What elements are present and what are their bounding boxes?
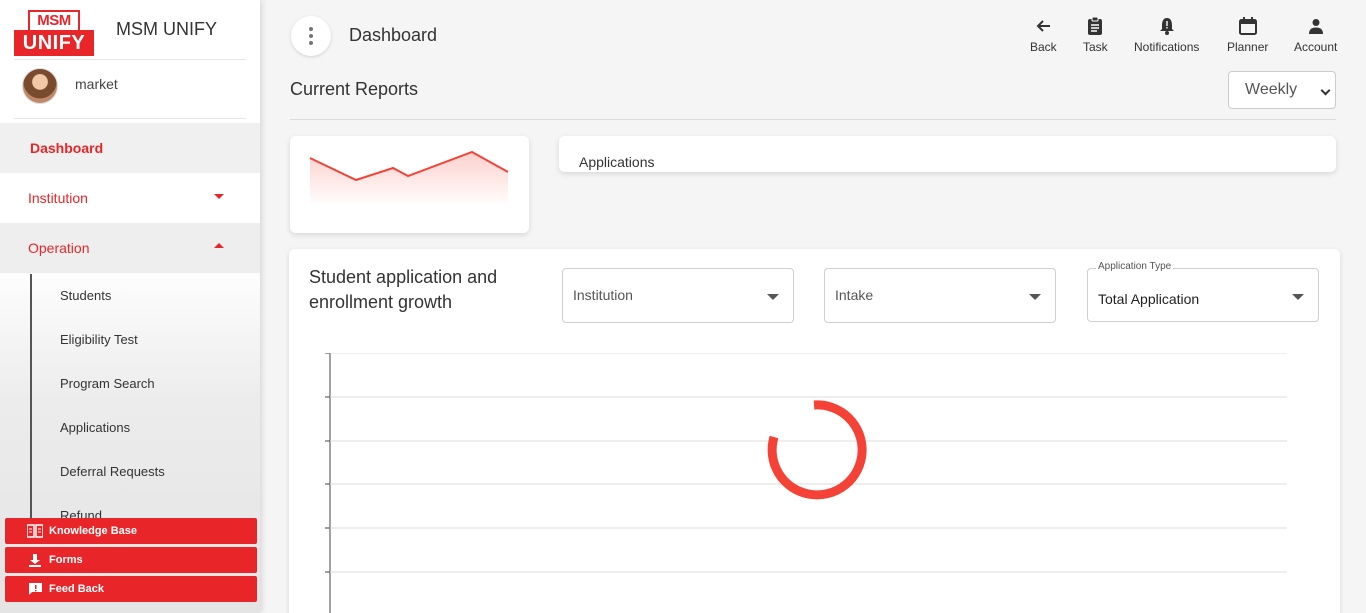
- arrow-left-icon: [1035, 16, 1051, 36]
- feedback-button[interactable]: Feed Back: [5, 576, 257, 602]
- submenu-item-eligibility-test[interactable]: Eligibility Test: [60, 332, 138, 347]
- knowledge-base-button[interactable]: Knowledge Base: [5, 518, 257, 544]
- sidebar: MSM UNIFY MSM UNIFY market Dashboard Ins…: [0, 0, 260, 613]
- institution-placeholder: Institution: [573, 287, 633, 303]
- back-label: Back: [1030, 40, 1057, 54]
- app-title: MSM UNIFY: [116, 19, 217, 39]
- caret-down-icon: [214, 194, 224, 199]
- divider: [290, 119, 1336, 120]
- divider: [14, 59, 246, 60]
- dropdown-arrow-icon: [1029, 294, 1041, 300]
- logo-top-text: MSM: [28, 10, 80, 30]
- knowledge-base-label: Knowledge Base: [49, 525, 138, 537]
- notifications-label: Notifications: [1134, 40, 1200, 54]
- logo[interactable]: MSM UNIFY: [14, 10, 94, 56]
- grid-lines: [325, 352, 1287, 573]
- user-name: market: [75, 76, 118, 92]
- account-label: Account: [1294, 40, 1338, 54]
- application-type-select[interactable]: Application Type Total Application: [1087, 261, 1319, 322]
- dropdown-arrow-icon: [767, 294, 779, 300]
- sidebar-item-label: Institution: [28, 190, 88, 206]
- intake-select[interactable]: Intake: [824, 268, 1056, 323]
- task-label: Task: [1083, 40, 1108, 54]
- bell-icon: [1159, 16, 1175, 36]
- dot: [309, 41, 313, 45]
- growth-card: Student application and enrollment growt…: [289, 249, 1340, 613]
- application-type-value: Total Application: [1098, 291, 1200, 307]
- dropdown-arrow-icon: [1292, 294, 1304, 300]
- chevron-down-icon: [1320, 85, 1331, 96]
- sparkline-area: [310, 152, 508, 206]
- more-menu-button[interactable]: [291, 16, 331, 56]
- caret-up-icon: [214, 243, 224, 248]
- forms-label: Forms: [49, 554, 83, 566]
- person-icon: [1308, 16, 1324, 36]
- book-icon: [27, 524, 43, 538]
- application-type-label: Application Type: [1096, 261, 1174, 272]
- sidebar-item-dashboard[interactable]: Dashboard: [0, 123, 260, 173]
- forms-button[interactable]: Forms: [5, 547, 257, 573]
- brand-logo: MSM UNIFY: [14, 10, 94, 56]
- sidebar-item-institution[interactable]: Institution: [0, 173, 260, 223]
- loading-spinner-icon: [767, 400, 867, 500]
- calendar-icon: [1238, 16, 1257, 36]
- sidebar-item-label: Operation: [28, 240, 90, 256]
- period-select-value: Weekly: [1245, 81, 1298, 98]
- avatar: [22, 68, 58, 104]
- growth-chart: [321, 352, 1287, 613]
- planner-button[interactable]: Planner: [1227, 16, 1268, 54]
- sidebar-item-label: Dashboard: [30, 140, 104, 156]
- applications-card[interactable]: Applications: [559, 136, 1336, 172]
- dot: [309, 27, 313, 31]
- page-title: Dashboard: [349, 25, 438, 45]
- clipboard-icon: [1087, 16, 1103, 36]
- submenu-line: [30, 274, 32, 524]
- period-select[interactable]: Weekly: [1228, 71, 1336, 109]
- sparkline-card[interactable]: [290, 136, 529, 233]
- submenu-item-applications[interactable]: Applications: [60, 420, 130, 435]
- growth-title: Student application and enrollment growt…: [309, 267, 498, 312]
- download-icon: [27, 553, 43, 567]
- institution-select[interactable]: Institution: [562, 268, 794, 323]
- applications-label: Applications: [579, 154, 655, 170]
- planner-label: Planner: [1227, 40, 1269, 54]
- current-reports-title: Current Reports: [290, 79, 419, 99]
- submenu-item-students[interactable]: Students: [60, 288, 111, 303]
- feedback-icon: [27, 582, 43, 596]
- tick-marks: [325, 352, 330, 573]
- submenu-item-program-search[interactable]: Program Search: [60, 376, 155, 391]
- logo-bottom-text: UNIFY: [14, 30, 94, 56]
- feedback-label: Feed Back: [49, 583, 105, 595]
- intake-placeholder: Intake: [835, 287, 874, 303]
- user-profile[interactable]: market: [22, 68, 118, 104]
- sidebar-item-operation[interactable]: Operation: [0, 223, 260, 273]
- divider: [14, 118, 246, 119]
- submenu-item-deferral-requests[interactable]: Deferral Requests: [60, 464, 165, 479]
- sparkline-chart: [309, 150, 509, 206]
- back-button[interactable]: Back: [1030, 16, 1057, 54]
- task-button[interactable]: Task: [1083, 16, 1108, 54]
- notifications-button[interactable]: Notifications: [1134, 16, 1199, 54]
- dot: [309, 34, 313, 38]
- growth-chart-canvas: [325, 352, 1287, 613]
- account-button[interactable]: Account: [1294, 16, 1337, 54]
